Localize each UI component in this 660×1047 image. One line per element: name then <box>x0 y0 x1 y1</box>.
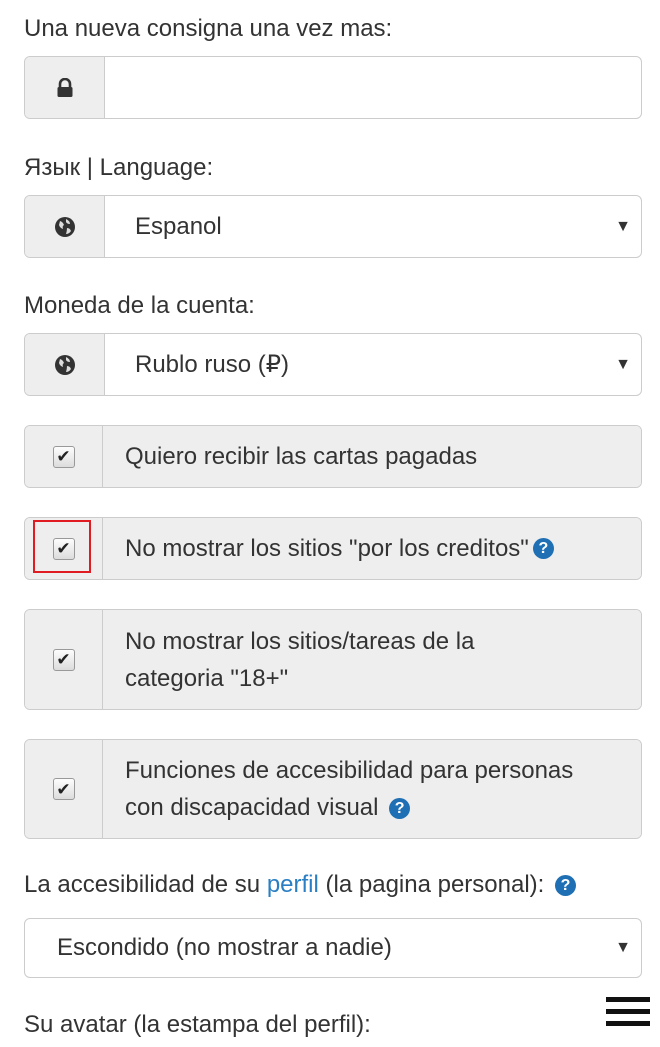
language-selected: Espanol <box>135 212 222 240</box>
currency-label: Moneda de la cuenta: <box>24 292 255 319</box>
profile-visibility-label-after: (la pagina personal): <box>318 871 545 898</box>
profile-link[interactable]: perfil <box>267 871 319 898</box>
profile-visibility-selected: Escondido (no mostrar a nadie) <box>57 934 392 961</box>
paid-letters-label: Quiero recibir las cartas pagadas <box>103 426 641 487</box>
currency-selected: Rublo ruso (₽) <box>135 351 289 378</box>
globe-icon <box>25 196 105 257</box>
language-value[interactable]: Espanol ▼ <box>105 196 641 257</box>
hide-adult-label-line2: categoria "18+" <box>125 664 289 692</box>
avatar-label: Su avatar (la estampa del perfil): <box>24 1011 371 1038</box>
help-icon[interactable]: ? <box>532 538 554 559</box>
hide-adult-checkbox[interactable]: ✔ <box>52 648 75 671</box>
hide-credit-sites-label-wrap: No mostrar los sitios "por los creditos"… <box>103 518 641 579</box>
caret-down-icon: ▼ <box>615 939 631 956</box>
hide-credit-sites-checkbox[interactable]: ✔ <box>52 537 75 560</box>
option-hide-adult: ✔ No mostrar los sitios/tareas de la cat… <box>24 609 642 710</box>
accessibility-label-line1: Funciones de accesibilidad para personas <box>125 757 574 784</box>
currency-select[interactable]: Rublo ruso (₽) ▼ <box>24 333 642 396</box>
accessibility-label: Funciones de accesibilidad para personas… <box>103 740 641 838</box>
hide-credit-sites-label: No mostrar los sitios "por los creditos" <box>125 535 529 562</box>
profile-visibility-label-before: La accesibilidad de su <box>24 871 267 898</box>
globe-icon <box>25 334 105 395</box>
profile-visibility-label: La accesibilidad de su perfil (la pagina… <box>24 870 576 900</box>
accessibility-checkbox[interactable]: ✔ <box>52 778 75 800</box>
currency-value[interactable]: Rublo ruso (₽) ▼ <box>105 334 641 395</box>
caret-down-icon: ▼ <box>615 355 631 373</box>
password-confirm-group <box>24 56 642 119</box>
hide-adult-label: No mostrar los sitios/tareas de la categ… <box>103 610 641 709</box>
option-hide-credit-sites: ✔ No mostrar los sitios "por los credito… <box>24 517 642 580</box>
help-icon[interactable]: ? <box>389 798 411 819</box>
accessibility-label-line2-wrap: con discapacidad visual ? <box>125 789 411 826</box>
language-select[interactable]: Espanol ▼ <box>24 195 642 258</box>
checkbox-cell: ✔ <box>25 426 103 487</box>
hide-adult-label-line1: No mostrar los sitios/tareas de la <box>125 627 475 655</box>
accessibility-label-line2: con discapacidad visual <box>125 794 379 821</box>
checkbox-cell: ✔ <box>25 518 103 579</box>
password-confirm-label: Una nueva consigna una vez mas: <box>24 15 393 42</box>
profile-visibility-select[interactable]: Escondido (no mostrar a nadie) ▼ <box>24 918 642 978</box>
lock-icon <box>25 57 105 118</box>
paid-letters-checkbox[interactable]: ✔ <box>52 445 75 468</box>
checkbox-cell: ✔ <box>25 610 103 709</box>
language-label: Язык | Language: <box>24 154 214 181</box>
option-paid-letters: ✔ Quiero recibir las cartas pagadas <box>24 425 642 488</box>
password-confirm-input[interactable] <box>105 57 641 118</box>
caret-down-icon: ▼ <box>615 217 631 235</box>
hamburger-menu-icon[interactable] <box>606 997 650 1027</box>
checkbox-cell: ✔ <box>25 740 103 838</box>
help-icon[interactable]: ? <box>555 875 576 896</box>
option-accessibility: ✔ Funciones de accesibilidad para person… <box>24 739 642 839</box>
